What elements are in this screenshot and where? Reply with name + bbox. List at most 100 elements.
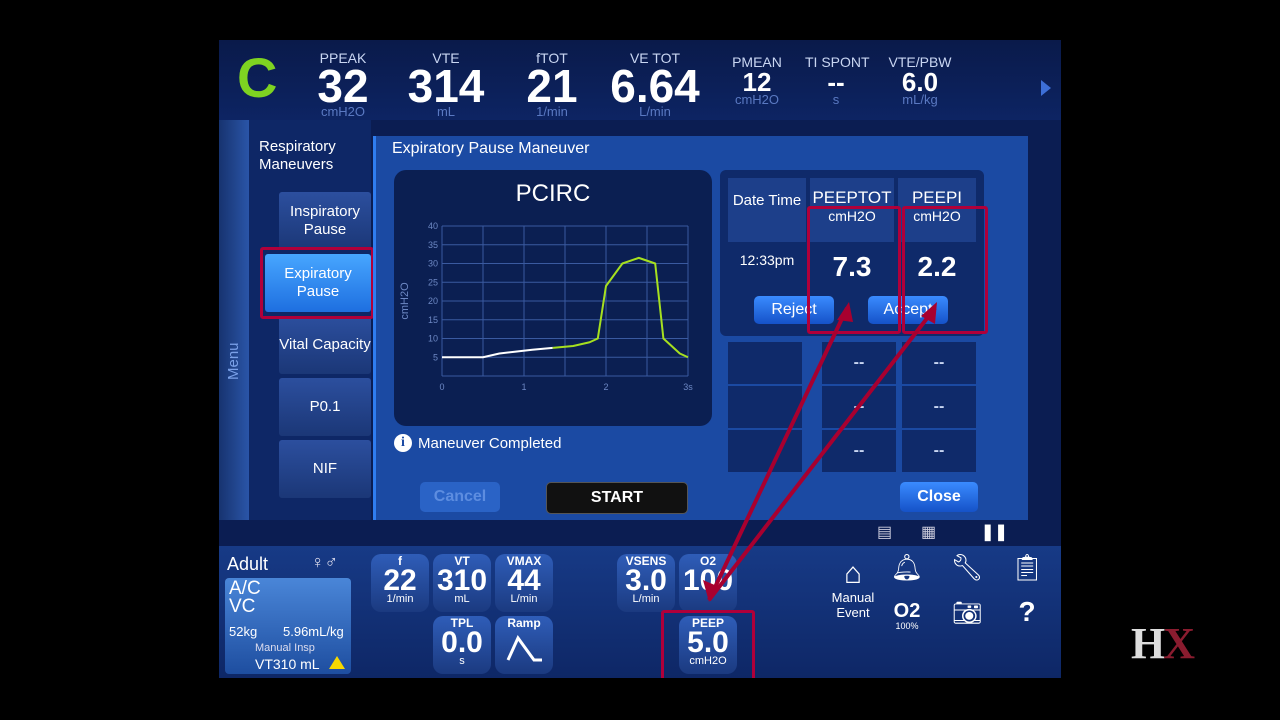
- clipboard-alert-icon[interactable]: 📋︎: [1007, 554, 1047, 580]
- history-cell: --: [822, 342, 896, 384]
- monitor-value: 6.0: [901, 67, 939, 97]
- maneuver-list-title: Respiratory Maneuvers: [259, 138, 336, 173]
- home-icon: ⌂: [843, 557, 863, 590]
- highlight-box: [902, 206, 988, 334]
- settings-bar: Adult ♀♂ A/C VC 52kg 5.96mL/kg Manual In…: [219, 546, 1061, 678]
- pcirc-chart: 5 10 15 20 25 30 35 40 0 1 2 3s cmH2O: [399, 221, 693, 392]
- history-cell: --: [822, 430, 896, 472]
- highlight-box: [807, 206, 901, 334]
- monitor-unit: cmH2O: [734, 92, 780, 107]
- mode-box[interactable]: A/C VC 52kg 5.96mL/kg Manual Insp VT310 …: [225, 578, 351, 674]
- warning-icon: [329, 656, 345, 669]
- x-tick-label: 1: [521, 382, 526, 392]
- manual-event-button[interactable]: ⌂ Manual Event: [823, 557, 883, 621]
- setting-tpl[interactable]: TPL 0.0 s: [433, 616, 491, 674]
- monitor-vte-pbw[interactable]: VTE/PBW 6.0 mL/kg: [883, 54, 957, 106]
- y-axis-label: cmH2O: [399, 282, 411, 320]
- peep-i-header-label: PEEPI: [911, 188, 963, 207]
- setting-unit: 1/min: [386, 593, 414, 605]
- cancel-button[interactable]: Cancel: [420, 482, 500, 512]
- ventilator-screen: C PPEAK 32 cmH2O VTE 314 mL fTOT 21 1/mi…: [219, 40, 1061, 678]
- monitor-value: 32: [317, 60, 369, 112]
- status-row: ▤ ▦ ❚❚: [219, 520, 1061, 546]
- monitor-pmean[interactable]: PMEAN 12 cmH2O: [727, 54, 787, 106]
- inspiratory-pause-button[interactable]: Inspiratory Pause: [279, 192, 371, 250]
- monitor-value: 314: [407, 60, 485, 112]
- maneuver-status-text: Maneuver Completed: [418, 434, 562, 452]
- history-cell: --: [902, 342, 976, 384]
- highlight-box: [260, 247, 374, 319]
- setting-o2[interactable]: O2 100: [679, 554, 737, 612]
- menu-rail[interactable]: Menu: [219, 120, 249, 520]
- manual-insp-label: Manual Insp: [255, 642, 315, 654]
- help-icon[interactable]: ?: [1009, 598, 1045, 626]
- menu-label: Menu: [225, 342, 242, 380]
- setting-value: 0.0: [441, 626, 483, 659]
- maneuver-panel: Expiratory Pause Maneuver PCIRC 5 10 15 20 2…: [373, 136, 1028, 520]
- series-line-1: [552, 256, 689, 359]
- y-tick-label: 35: [428, 240, 438, 250]
- highlight-box: [661, 610, 755, 678]
- result-time: 12:33pm: [728, 246, 806, 288]
- o2-button[interactable]: O2 100%: [887, 601, 927, 634]
- monitor-value: 21: [526, 60, 578, 112]
- history-cell: --: [902, 386, 976, 428]
- setting-vt[interactable]: VT 310 mL: [433, 554, 491, 612]
- y-tick-label: 15: [428, 315, 438, 325]
- person-icon: ♀♂: [311, 552, 338, 572]
- setting-rate[interactable]: f 22 1/min: [371, 554, 429, 612]
- history-cell: [728, 342, 802, 384]
- screen-layout-icon[interactable]: ▤: [877, 522, 892, 542]
- manual-event-label: Manual Event: [831, 590, 875, 620]
- date-time-header: Date Time: [728, 178, 806, 242]
- maneuver-title: Expiratory Pause Maneuver: [392, 140, 590, 157]
- nif-button[interactable]: NIF: [279, 440, 371, 498]
- x-tick-label: 2: [603, 382, 608, 392]
- history-cell: [728, 386, 802, 428]
- series-line-0: [442, 346, 553, 359]
- monitor-ti-spont[interactable]: TI SPONT -- s: [805, 54, 870, 106]
- setting-unit: L/min: [510, 593, 538, 605]
- monitor-bar: C PPEAK 32 cmH2O VTE 314 mL fTOT 21 1/mi…: [219, 40, 1061, 120]
- setting-value: 100: [682, 564, 734, 597]
- setting-value: 310: [436, 564, 488, 597]
- peep-tot-header-label: PEEPTOT: [812, 188, 892, 207]
- status-indicator: C: [237, 46, 278, 109]
- grid-icon[interactable]: ▦: [921, 522, 936, 542]
- vital-capacity-button[interactable]: Vital Capacity: [279, 316, 371, 374]
- bell-icon[interactable]: 🔔︎: [887, 554, 927, 580]
- pcirc-graph: PCIRC 5 10 15 20 25 30 35 40 0 1 2 3s cmH2O: [394, 170, 712, 426]
- y-tick-label: 40: [428, 221, 438, 231]
- monitor-ppeak[interactable]: PPEAK 32 cmH2O: [311, 50, 375, 118]
- setting-vmax[interactable]: VMAX 44 L/min: [495, 554, 553, 612]
- patient-type: Adult: [227, 554, 269, 574]
- monitor-value: --: [827, 67, 845, 97]
- wrench-icon[interactable]: 🔧︎: [947, 554, 987, 580]
- maneuver-list: Respiratory Maneuvers Inspiratory Pause …: [249, 120, 374, 520]
- ramp-waveform-icon: [506, 635, 542, 662]
- monitor-ftot[interactable]: fTOT 21 1/min: [519, 50, 585, 118]
- chevron-right-icon[interactable]: [1041, 80, 1051, 96]
- info-icon: i: [394, 434, 412, 452]
- y-tick-label: 25: [428, 277, 438, 287]
- start-button[interactable]: START: [546, 482, 688, 514]
- history-cell: --: [822, 386, 896, 428]
- y-tick-label: 5: [433, 352, 438, 362]
- monitor-ve-tot[interactable]: VE TOT 6.64 L/min: [605, 50, 705, 118]
- p01-button[interactable]: P0.1: [279, 378, 371, 436]
- patient-weight: 52kg: [229, 624, 258, 639]
- y-tick-label: 20: [428, 296, 438, 306]
- setting-value: 22: [383, 564, 417, 597]
- x-tick-label: 3s: [683, 382, 693, 392]
- pause-icon[interactable]: ❚❚: [981, 522, 1008, 542]
- mode-line2: VC: [229, 596, 256, 617]
- close-button[interactable]: Close: [900, 482, 978, 512]
- setting-vsens[interactable]: VSENS 3.0 L/min: [617, 554, 675, 612]
- camera-icon[interactable]: 📷︎: [947, 602, 987, 626]
- setting-label: Ramp: [507, 616, 541, 630]
- o2-sub: 100%: [895, 621, 919, 631]
- setting-ramp[interactable]: Ramp: [495, 616, 553, 674]
- monitor-vte[interactable]: VTE 314 mL: [403, 50, 489, 118]
- monitor-unit: mL/kg: [902, 92, 938, 107]
- x-tick-label: 0: [439, 382, 444, 392]
